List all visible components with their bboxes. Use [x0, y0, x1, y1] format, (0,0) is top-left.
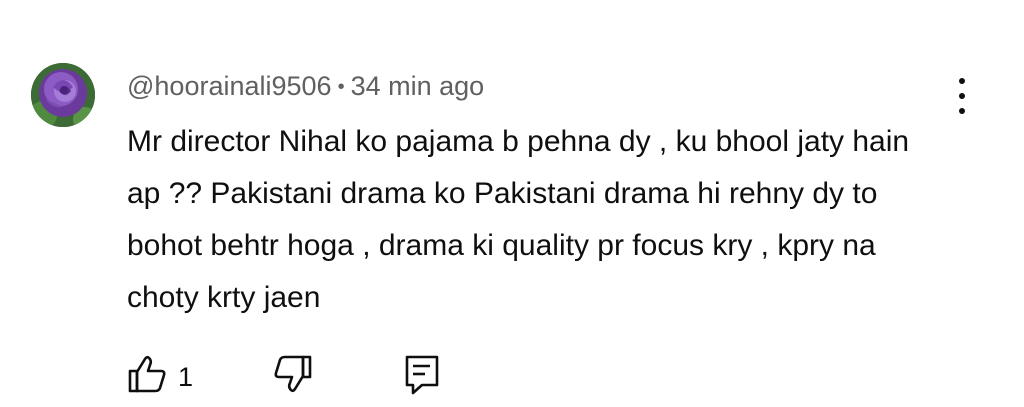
like-count: 1: [178, 362, 194, 392]
more-dot: [959, 108, 965, 114]
comment-reply-icon: [405, 355, 439, 395]
avatar[interactable]: [31, 63, 95, 127]
rose-image: [31, 63, 95, 127]
like-button[interactable]: [127, 354, 167, 399]
comment-header: @hoorainali9506 • 34 min ago: [127, 70, 484, 103]
comment-text: Mr director Nihal ko pajama b pehna dy ,…: [127, 125, 910, 314]
more-dot: [959, 78, 965, 84]
dislike-button[interactable]: [272, 354, 314, 399]
author-name[interactable]: @hoorainali9506: [127, 71, 332, 101]
thumbs-down-icon: [274, 355, 312, 393]
thumbs-up-icon: [128, 355, 166, 393]
reply-button[interactable]: [404, 354, 440, 401]
more-vert-icon[interactable]: [948, 78, 976, 114]
more-dot: [959, 93, 965, 99]
comment-card: @hoorainali9506 • 34 min ago Mr director N…: [0, 0, 1024, 407]
separator-dot: •: [337, 76, 345, 98]
comment-time[interactable]: 34 min ago: [351, 71, 485, 101]
